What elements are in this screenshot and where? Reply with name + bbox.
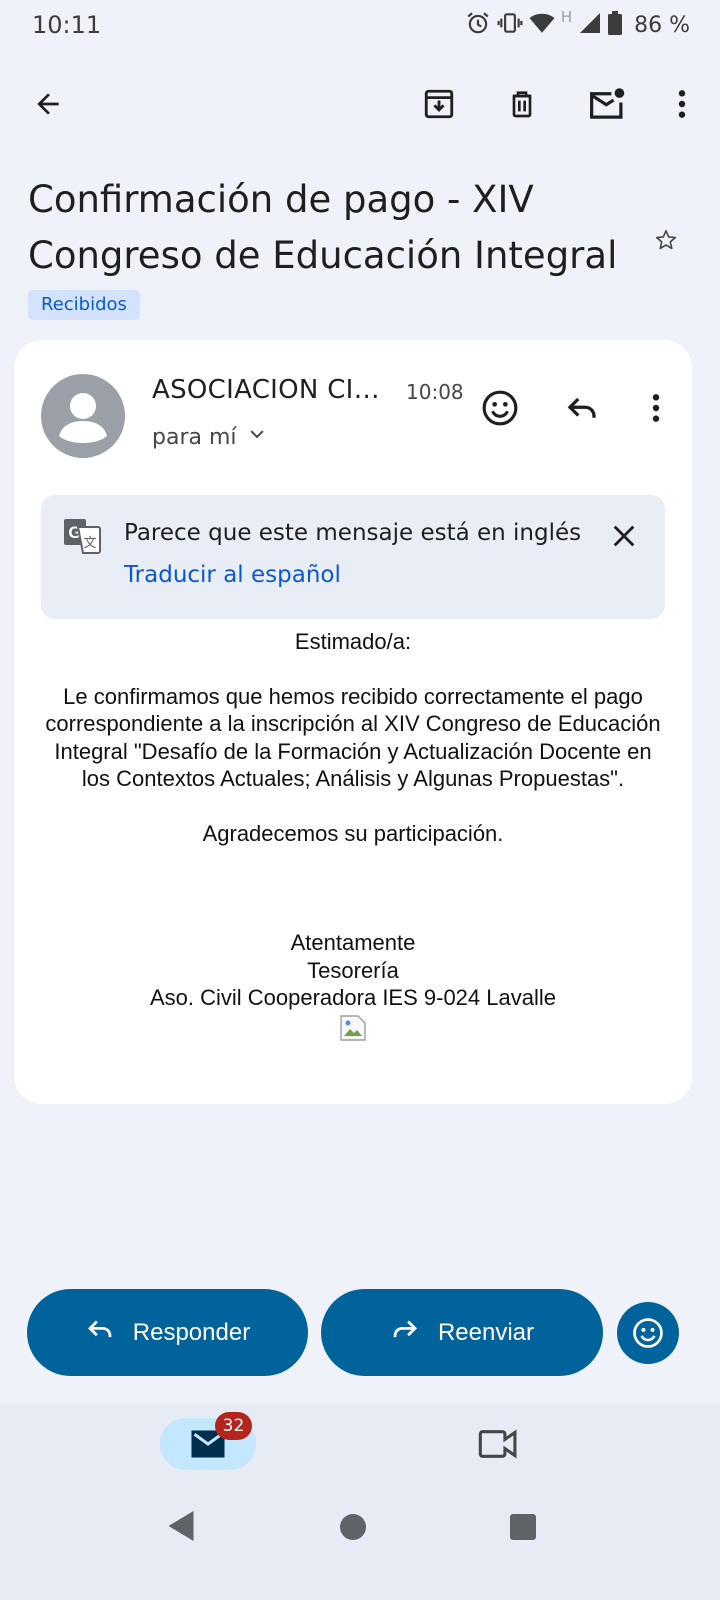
reply-icon: [85, 1314, 115, 1351]
status-icons: H 86 %: [465, 8, 690, 40]
avatar[interactable]: [41, 374, 125, 458]
signature-closing: Atentamente: [290, 930, 416, 955]
back-arrow-icon[interactable]: [24, 80, 72, 128]
network-type-label: H: [560, 8, 573, 26]
vibrate-icon: [497, 10, 523, 40]
translate-banner: [41, 495, 665, 619]
recipients-toggle[interactable]: para mí: [152, 424, 267, 450]
delete-icon[interactable]: [498, 80, 546, 128]
sender-name[interactable]: ASOCIACION CIV…: [152, 375, 397, 405]
more-vert-icon[interactable]: [658, 80, 706, 128]
signature-organization: Aso. Civil Cooperadora IES 9-024 Lavalle: [149, 985, 556, 1010]
forward-icon: [390, 1314, 420, 1351]
broken-image-icon: [339, 1014, 367, 1042]
forward-button[interactable]: Reenviar: [321, 1289, 603, 1376]
label-chip-inbox[interactable]: Recibidos: [28, 290, 140, 320]
signature-department: Tesorería: [307, 957, 399, 983]
chevron-down-icon: [247, 424, 267, 450]
add-reaction-icon[interactable]: [476, 384, 524, 432]
system-recents-icon[interactable]: [510, 1514, 536, 1540]
email-subject: Confirmación de pago - XIV Congreso de E…: [28, 178, 618, 277]
google-translate-icon: G文: [63, 517, 101, 555]
star-icon[interactable]: [654, 228, 678, 252]
translate-message: Parece que este mensaje está en inglés: [124, 520, 582, 546]
sent-time: 10:08: [406, 380, 464, 404]
reply-button-label: Responder: [132, 1318, 251, 1346]
status-time: 10:11: [32, 11, 102, 39]
translate-link[interactable]: Traducir al español: [124, 562, 341, 588]
email-body: Estimado/a: Le confirmamos que hemos rec…: [40, 628, 666, 1048]
body-greeting: Estimado/a:: [294, 629, 412, 654]
tab-meet[interactable]: [472, 1420, 524, 1468]
status-bar: 10:11 H 86 %: [0, 0, 720, 52]
reply-icon[interactable]: [558, 384, 606, 432]
body-paragraph: Le confirmamos que hemos recibido correc…: [45, 683, 661, 792]
system-home-icon[interactable]: [340, 1514, 366, 1540]
system-back-icon[interactable]: [166, 1508, 196, 1548]
alarm-icon: [465, 10, 491, 40]
unread-count-badge: 32: [215, 1412, 252, 1440]
bottom-navigation: [0, 1403, 720, 1600]
mark-unread-icon[interactable]: [583, 80, 631, 128]
battery-icon: [608, 11, 623, 39]
wifi-icon: [529, 11, 555, 39]
battery-percent: 86 %: [634, 12, 690, 38]
body-thanks: Agradecemos su participación.: [202, 820, 504, 846]
forward-button-label: Reenviar: [437, 1318, 535, 1346]
person-icon: [59, 393, 107, 443]
svg-text:文: 文: [83, 536, 96, 551]
emoji-icon: [633, 1318, 663, 1348]
reply-button[interactable]: Responder: [27, 1289, 308, 1376]
emoji-reaction-button[interactable]: [617, 1302, 679, 1364]
video-camera-icon: [478, 1429, 517, 1459]
archive-icon[interactable]: [415, 80, 463, 128]
recipients-label: para mí: [152, 424, 237, 450]
signal-icon: [578, 11, 602, 39]
close-icon[interactable]: [600, 512, 648, 560]
message-more-icon[interactable]: [632, 384, 680, 432]
